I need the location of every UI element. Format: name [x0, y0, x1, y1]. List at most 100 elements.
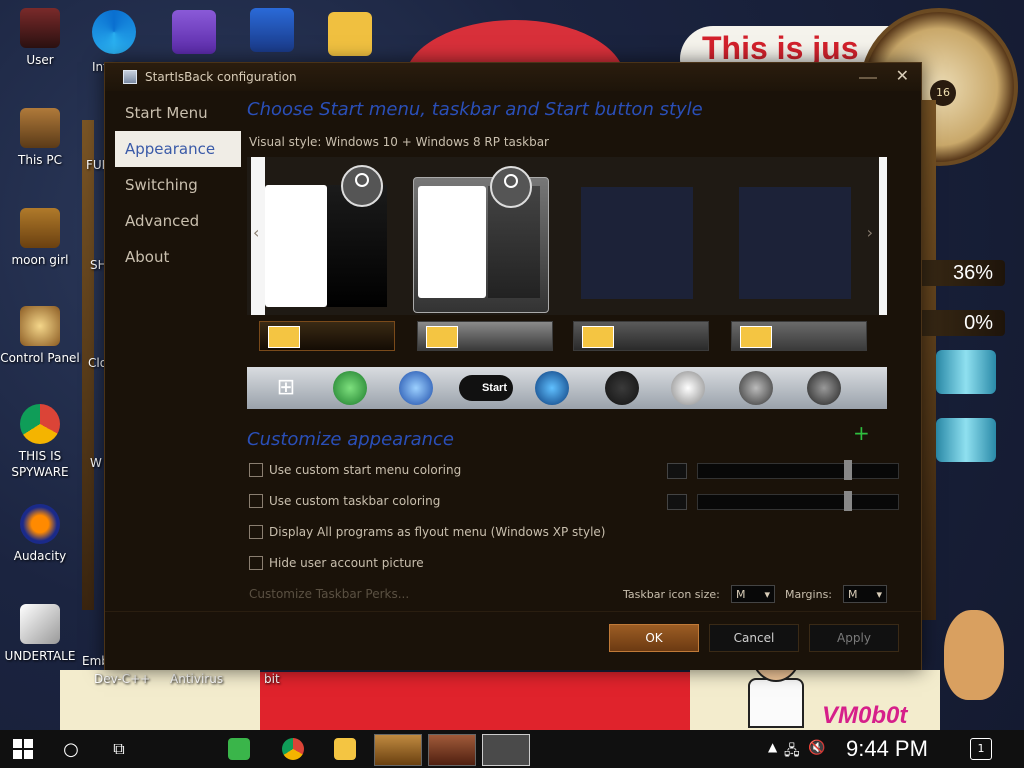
taskbar-window-thumb-active[interactable] — [482, 734, 530, 766]
option-label: Use custom start menu coloring — [269, 463, 462, 477]
desktop-icon-label: THIS IS SPYWARE — [11, 449, 69, 479]
wallpaper-tube — [936, 350, 996, 394]
taskbar-app-notes[interactable] — [216, 730, 262, 768]
color-swatch[interactable] — [667, 494, 687, 510]
color-swatch[interactable] — [667, 463, 687, 479]
margins-select[interactable]: M — [843, 585, 887, 604]
user-folder-icon — [20, 8, 60, 48]
clover-orb-icon[interactable] — [333, 371, 367, 405]
blue-ring-orb-icon[interactable] — [535, 371, 569, 405]
style-section-heading: Choose Start menu, taskbar and Start but… — [247, 99, 703, 120]
power-orb-icon[interactable] — [605, 371, 639, 405]
hamster-image — [944, 610, 1004, 700]
customize-taskbar-perks-link[interactable]: Customize Taskbar Perks... — [249, 587, 409, 601]
gallery-next-icon[interactable]: › — [867, 223, 873, 242]
icon-size-label: Taskbar icon size: — [623, 588, 720, 601]
volume-muted-icon[interactable]: 🔇 — [808, 740, 825, 756]
taskbar-app-chrome[interactable] — [270, 730, 316, 768]
this-pc-icon — [20, 108, 60, 148]
close-icon[interactable]: ✕ — [896, 66, 909, 85]
folder-icon — [740, 326, 772, 348]
add-style-icon[interactable]: + — [853, 421, 870, 445]
option-label: Hide user account picture — [269, 556, 424, 570]
style-thumb-windows7[interactable] — [413, 166, 549, 313]
desktop-icon-audacity[interactable]: Audacity — [0, 504, 80, 564]
gallery-edge — [879, 157, 887, 315]
virtualbox-icon[interactable] — [250, 8, 294, 52]
apply-button[interactable]: Apply — [809, 624, 899, 652]
windows7-orb-icon[interactable] — [399, 371, 433, 405]
nav-item-start-menu[interactable]: Start Menu — [115, 95, 241, 131]
task-view-icon[interactable]: ⧉ — [96, 730, 142, 768]
show-hidden-icons-icon[interactable]: ▲ — [768, 740, 777, 754]
style-thumb-plain-dark[interactable] — [581, 187, 693, 299]
start-button[interactable] — [0, 730, 46, 768]
user-avatar-icon — [490, 166, 532, 208]
visual-studio-icon[interactable] — [172, 10, 216, 54]
network-icon[interactable]: 🖧 — [784, 740, 800, 764]
ok-button[interactable]: OK — [609, 624, 699, 652]
search-icon[interactable]: ○ — [48, 730, 94, 768]
wallpaper-tube — [936, 418, 996, 462]
style-thumb-plain-dark-2[interactable] — [739, 187, 851, 299]
cpu-gauge: 36% — [915, 260, 1005, 286]
slider-thumb[interactable] — [844, 491, 852, 511]
taskbar-window-thumb[interactable] — [374, 734, 422, 766]
nav-item-about[interactable]: About — [115, 239, 241, 275]
thumb-menu-pane — [265, 185, 327, 307]
style-thumb-windows10[interactable] — [265, 165, 399, 311]
desktop-icon-chrome[interactable]: THIS IS SPYWARE — [0, 404, 80, 480]
taskbar-style-1[interactable] — [259, 321, 395, 351]
taskbar-style-3[interactable] — [573, 321, 709, 351]
nav-item-appearance[interactable]: Appearance — [115, 131, 241, 167]
white-flag-orb-icon[interactable] — [671, 371, 705, 405]
taskbar-window-thumb[interactable] — [428, 734, 476, 766]
wallpaper-watermark: VM0b0t — [822, 702, 908, 729]
icon-size-select[interactable]: M — [731, 585, 775, 604]
desktop-icon-control-panel[interactable]: Control Panel — [0, 306, 80, 366]
chrome-icon — [282, 738, 304, 760]
window-titlebar[interactable]: StartIsBack configuration ✕ — [105, 63, 921, 91]
settings-nav: Start Menu Appearance Switching Advanced… — [115, 95, 241, 275]
xp-start-button[interactable]: Start — [459, 375, 513, 401]
wallpaper-cream-block — [60, 670, 260, 732]
option-custom-start-menu-coloring[interactable]: Use custom start menu coloring — [249, 463, 461, 477]
action-center-icon[interactable]: 1 — [970, 738, 992, 760]
unity-icon — [20, 604, 60, 644]
option-flyout-all-programs[interactable]: Display All programs as flyout menu (Win… — [249, 525, 605, 539]
cancel-button[interactable]: Cancel — [709, 624, 799, 652]
wallpaper-red-block — [260, 672, 690, 734]
checkbox[interactable] — [249, 525, 263, 539]
checkbox[interactable] — [249, 463, 263, 477]
minimize-icon[interactable] — [859, 77, 877, 79]
gallery-prev-icon[interactable]: ‹ — [253, 223, 259, 242]
nav-item-switching[interactable]: Switching — [115, 167, 241, 203]
taskbar-style-4[interactable] — [731, 321, 867, 351]
option-custom-taskbar-coloring[interactable]: Use custom taskbar coloring — [249, 494, 440, 508]
taskbar-app-explorer[interactable] — [322, 730, 368, 768]
taskbar-opacity-slider[interactable] — [697, 491, 899, 511]
desktop-icon-undertale[interactable]: UNDERTALE — [0, 604, 80, 664]
appearance-panel: Choose Start menu, taskbar and Start but… — [247, 95, 907, 655]
checkbox[interactable] — [249, 556, 263, 570]
desktop-icon-moon-girl[interactable]: moon girl — [0, 208, 80, 268]
silver-flag-orb-icon[interactable] — [739, 371, 773, 405]
slider-thumb[interactable] — [844, 460, 852, 480]
edge-icon[interactable] — [92, 10, 136, 54]
option-hide-user-picture[interactable]: Hide user account picture — [249, 556, 424, 570]
dialog-footer: OK Cancel Apply — [105, 611, 921, 670]
taskbar-clock[interactable]: 9:44 PM — [846, 736, 928, 762]
desktop-icon-user[interactable]: User — [0, 8, 80, 68]
dark-flag-orb-icon[interactable] — [807, 371, 841, 405]
desktop-icon-this-pc[interactable]: This PC — [0, 108, 80, 168]
folder-icon — [334, 738, 356, 760]
checkbox[interactable] — [249, 494, 263, 508]
windows-logo-icon[interactable]: ⊞ — [269, 371, 303, 405]
audacity-icon — [20, 504, 60, 544]
start-menu-opacity-slider[interactable] — [697, 460, 899, 480]
taskbar-style-2[interactable] — [417, 321, 553, 351]
desktop-icon-label: Control Panel — [0, 351, 80, 365]
start-menu-style-gallery: ‹ › — [247, 157, 887, 315]
hxd-icon[interactable] — [328, 12, 372, 56]
nav-item-advanced[interactable]: Advanced — [115, 203, 241, 239]
